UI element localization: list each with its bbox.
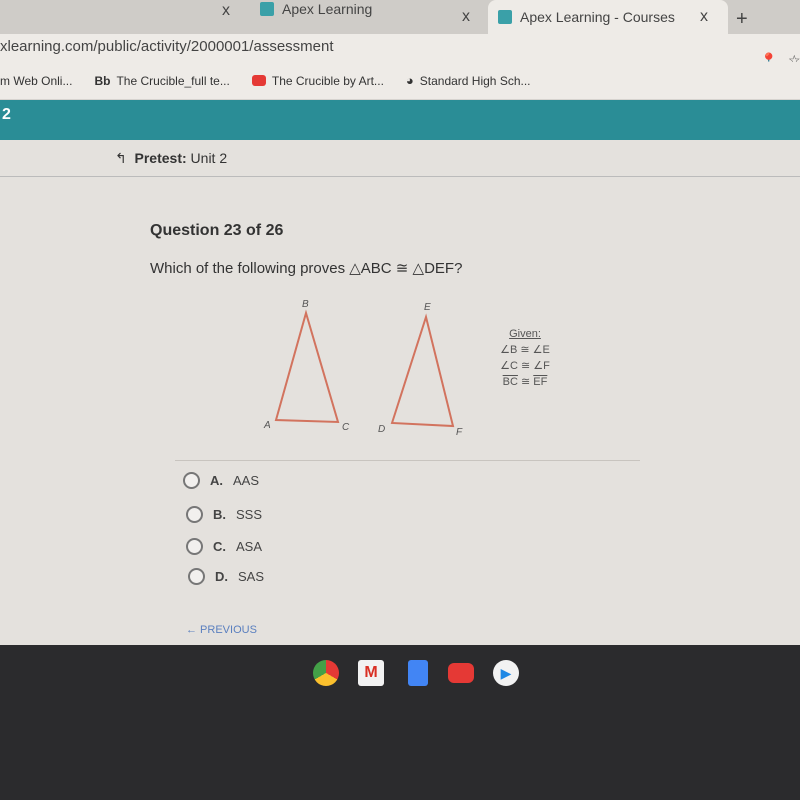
previous-button[interactable]: ← PREVIOUS	[186, 624, 257, 636]
radio-button[interactable]	[188, 568, 205, 585]
triangle-def	[390, 313, 455, 428]
url-text: xlearning.com/public/activity/2000001/as…	[0, 38, 334, 55]
bookmark-label: The Crucible_full te...	[116, 73, 230, 88]
youtube-icon	[251, 75, 266, 86]
blackboard-icon: Bb	[94, 73, 111, 88]
radio-button[interactable]	[186, 506, 203, 523]
segment-bc: BC	[502, 376, 518, 388]
close-tab-icon[interactable]: x	[462, 8, 470, 26]
option-letter: C.	[213, 539, 226, 554]
given-statements: Given: ∠B ≅ ∠E ∠C ≅ ∠F BC ≅ EF	[480, 326, 570, 390]
tab-apex-courses[interactable]: Apex Learning - Courses x	[488, 0, 728, 34]
label-f: F	[456, 427, 463, 438]
os-shelf	[0, 645, 800, 800]
label-b: B	[302, 299, 309, 310]
chrome-icon[interactable]	[313, 660, 339, 686]
bookmark-label: m Web Onli...	[0, 73, 73, 88]
play-store-icon[interactable]: ▶	[493, 660, 519, 686]
bookmarks-bar: m Web Onli... Bb The Crucible_full te... …	[0, 62, 800, 100]
label-c: C	[342, 422, 350, 433]
given-angle-b-e: ∠B ≅ ∠E	[500, 344, 550, 356]
breadcrumb[interactable]: ↰ Pretest: Unit 2	[115, 150, 227, 167]
triangles-diagram: B A C D E F	[263, 299, 463, 438]
given-title: Given:	[509, 328, 541, 340]
youtube-icon[interactable]	[448, 663, 474, 683]
tab-apex-learning[interactable]: Apex Learning x	[250, 0, 480, 26]
bookmark-crucible-text[interactable]: Bb The Crucible_full te...	[94, 74, 229, 88]
unit-number: 2	[2, 106, 11, 123]
congruent-symbol: ≅	[521, 376, 531, 388]
option-text: SAS	[238, 569, 265, 584]
divider	[0, 176, 800, 177]
label-a: A	[263, 420, 271, 431]
bookmark-standard-high[interactable]: ◕ Standard High Sch...	[406, 73, 531, 88]
given-angle-c-f: ∠C ≅ ∠F	[500, 360, 550, 372]
option-letter: A.	[210, 473, 223, 488]
radio-button[interactable]	[183, 472, 200, 489]
option-d[interactable]: D. SAS	[188, 568, 264, 585]
bookmark-label: Standard High Sch...	[419, 73, 531, 88]
apex-icon	[260, 2, 274, 16]
given-segment: BC ≅ EF	[480, 374, 570, 390]
docs-icon[interactable]	[408, 660, 428, 686]
new-tab-button[interactable]: +	[736, 8, 748, 31]
tab-bar: x Apex Learning x Apex Learning - Courses…	[0, 0, 800, 34]
option-text: SSS	[236, 507, 263, 522]
option-letter: D.	[215, 569, 228, 584]
option-letter: B.	[213, 507, 226, 522]
option-text: AAS	[233, 473, 260, 488]
option-a[interactable]: A. AAS	[183, 472, 259, 489]
tab-label: Apex Learning - Courses	[520, 9, 675, 25]
tab-1[interactable]: x	[0, 0, 245, 34]
segment-ef: EF	[533, 376, 548, 388]
back-arrow-icon[interactable]: ↰	[115, 150, 127, 166]
bookmark-label: The Crucible by Art...	[271, 73, 384, 88]
bookmark-crucible-youtube[interactable]: The Crucible by Art...	[251, 73, 384, 88]
tab-label: Apex Learning	[282, 1, 373, 17]
radio-button[interactable]	[186, 538, 203, 555]
option-text: ASA	[236, 539, 263, 554]
breadcrumb-value: Unit 2	[190, 150, 228, 166]
divider	[175, 460, 640, 461]
close-tab-icon[interactable]: x	[222, 2, 230, 20]
label-d: D	[378, 424, 385, 435]
bookmark-web-online[interactable]: m Web Onli...	[0, 74, 72, 88]
gmail-icon[interactable]: M	[358, 660, 384, 686]
label-e: E	[424, 302, 431, 313]
question-number: Question 23 of 26	[150, 222, 284, 239]
question-text: Which of the following proves △ABC ≅ △DE…	[150, 260, 463, 277]
breadcrumb-label: Pretest:	[134, 150, 187, 166]
school-icon: ◕	[405, 73, 414, 88]
option-b[interactable]: B. SSS	[186, 506, 262, 523]
option-c[interactable]: C. ASA	[186, 538, 262, 555]
triangle-abc	[274, 309, 340, 424]
apex-icon	[498, 10, 512, 24]
close-tab-icon[interactable]: x	[700, 8, 708, 26]
